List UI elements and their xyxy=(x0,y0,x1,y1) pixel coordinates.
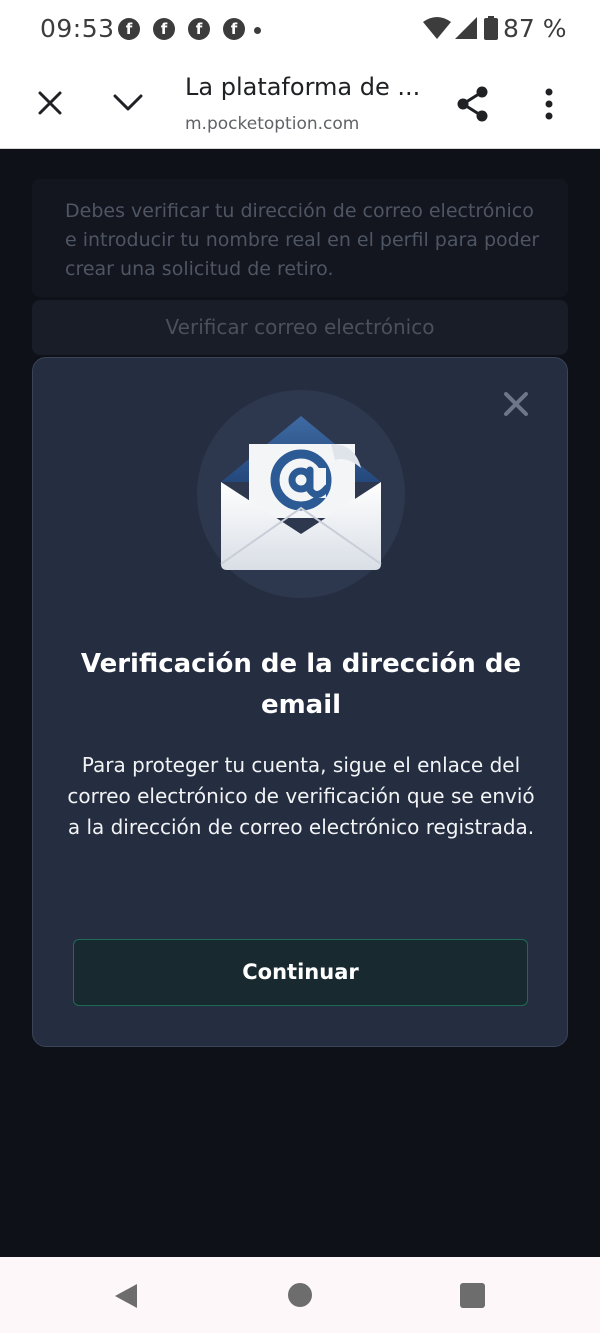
modal-title: Verificación de la dirección de email xyxy=(80,649,522,720)
facebook-icon: f xyxy=(223,18,245,40)
facebook-icon: f xyxy=(188,18,210,40)
more-notifications-dot-icon xyxy=(254,27,261,34)
modal-description: Para proteger tu cuenta, sigue el enlace… xyxy=(67,753,535,839)
wifi-icon xyxy=(423,17,451,39)
home-icon[interactable] xyxy=(288,1283,312,1307)
close-icon[interactable] xyxy=(36,89,64,117)
cell-signal-icon xyxy=(455,17,477,39)
verification-notice: Debes verificar tu dirección de correo e… xyxy=(32,179,568,297)
system-nav-bar xyxy=(0,1257,600,1333)
browser-toolbar: La plataforma de ... m.pocketoption.com xyxy=(0,62,600,149)
page-url[interactable]: m.pocketoption.com xyxy=(185,114,359,134)
more-vert-icon[interactable] xyxy=(538,88,560,120)
share-icon[interactable] xyxy=(456,86,490,122)
email-envelope-icon xyxy=(220,416,382,570)
verify-email-button[interactable]: Verificar correo electrónico xyxy=(32,300,568,355)
recents-icon[interactable] xyxy=(460,1283,485,1308)
page-title: La plataforma de ... xyxy=(185,73,421,101)
facebook-icon: f xyxy=(153,18,175,40)
notice-text: Debes verificar tu dirección de correo e… xyxy=(65,200,540,280)
back-icon[interactable] xyxy=(113,1282,139,1310)
email-verification-modal: Verificación de la dirección de email Pa… xyxy=(32,357,568,1047)
status-time: 09:53 xyxy=(40,14,115,43)
modal-close-icon[interactable] xyxy=(503,391,529,417)
status-bar: 09:53 f f f f 87 % xyxy=(0,0,600,62)
continue-button[interactable]: Continuar xyxy=(73,939,528,1006)
battery-icon xyxy=(484,16,498,40)
facebook-icon: f xyxy=(118,18,140,40)
chevron-down-icon[interactable] xyxy=(112,92,144,114)
battery-percent: 87 % xyxy=(503,14,567,43)
